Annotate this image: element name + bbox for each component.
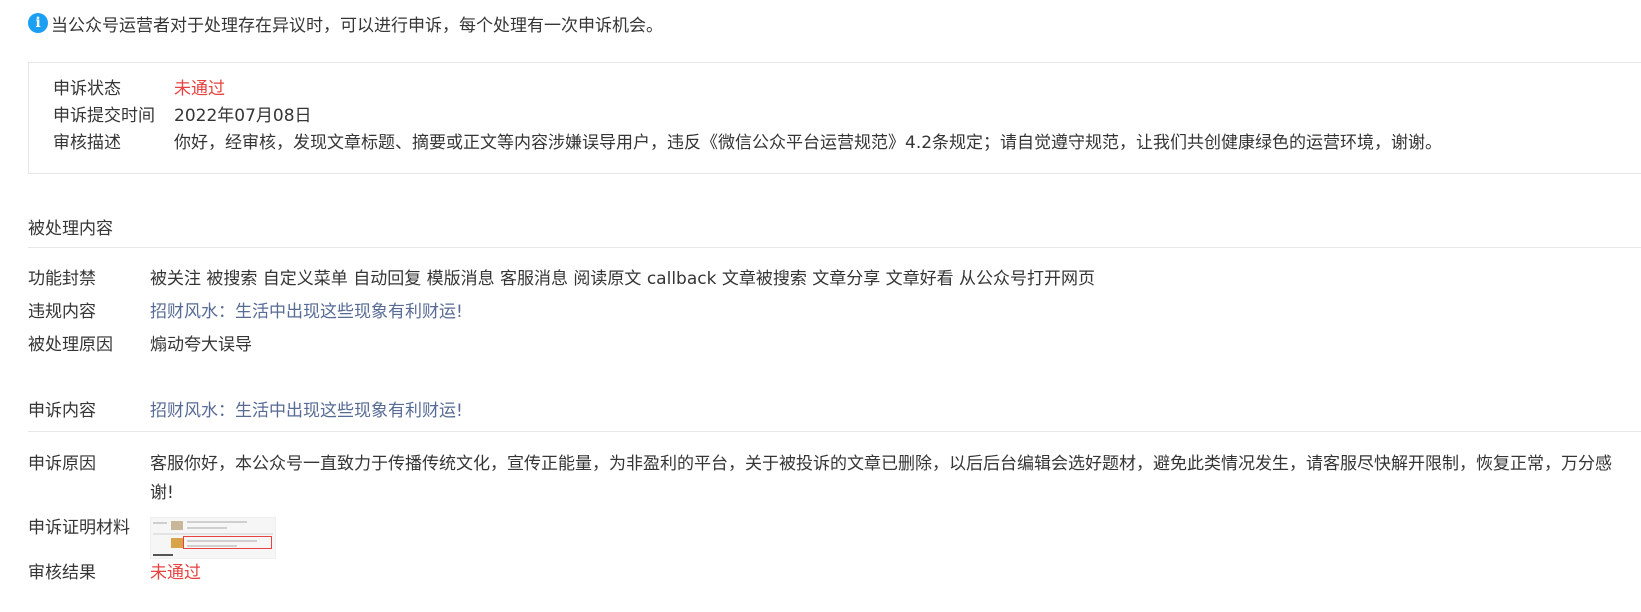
review-result-badge: 未通过 (150, 563, 201, 583)
handle-reason-value: 煽动夸大误导 (150, 335, 252, 355)
thumb-line (187, 545, 237, 547)
thumb-image (171, 538, 183, 548)
handle-reason-row: 被处理原因 煽动夸大误导 (28, 331, 252, 359)
appeal-reason-value: 客服你好，本公众号一直致力于传播传统文化，宣传正能量，为非盈利的平台，关于被投诉… (150, 454, 1612, 503)
appeal-notice: i 当公众号运营者对于处理存在异议时，可以进行申诉，每个处理有一次申诉机会。 (28, 11, 663, 36)
status-row: 申诉状态 未通过 (53, 73, 225, 99)
review-result-label: 审核结果 (28, 563, 96, 583)
violation-label: 违规内容 (28, 302, 96, 322)
thumb-line (187, 540, 257, 542)
thumb-line (187, 521, 247, 523)
ban-label: 功能封禁 (28, 269, 96, 289)
thumb-image (171, 521, 183, 530)
status-label: 申诉状态 (53, 78, 121, 99)
review-desc-row: 审核描述 你好，经审核，发现文章标题、摘要或正文等内容涉嫌误导用户，违反《微信公… (53, 127, 1442, 153)
evidence-thumbnail[interactable] (150, 517, 276, 559)
submit-time-row: 申诉提交时间 2022年07月08日 (53, 100, 312, 126)
violation-content-link[interactable]: 招财风水：生活中出现这些现象有利财运! (150, 298, 463, 326)
thumb-line (153, 522, 167, 524)
appeal-content-row: 申诉内容 招财风水：生活中出现这些现象有利财运! (28, 397, 463, 425)
appeal-content-label: 申诉内容 (28, 401, 96, 421)
info-icon: i (28, 13, 48, 33)
submit-time-value: 2022年07月08日 (174, 105, 312, 126)
review-result-row: 审核结果 未通过 (28, 559, 201, 587)
appeal-content-link[interactable]: 招财风水：生活中出现这些现象有利财运! (150, 397, 463, 425)
handled-section-title: 被处理内容 (28, 219, 113, 239)
status-badge: 未通过 (174, 78, 225, 99)
review-desc-label: 审核描述 (53, 132, 121, 153)
ban-value: 被关注 被搜索 自定义菜单 自动回复 模版消息 客服消息 阅读原文 callba… (150, 269, 1096, 289)
handle-reason-label: 被处理原因 (28, 335, 113, 355)
section-divider (28, 247, 1641, 248)
thumb-line (187, 527, 227, 529)
violation-row: 违规内容 招财风水：生活中出现这些现象有利财运! (28, 298, 463, 326)
notice-text: 当公众号运营者对于处理存在异议时，可以进行申诉，每个处理有一次申诉机会。 (51, 15, 663, 36)
thumb-highlight (183, 536, 272, 549)
appeal-status-panel: 申诉状态 未通过 申诉提交时间 2022年07月08日 审核描述 你好，经审核，… (28, 62, 1641, 174)
appeal-reason-label: 申诉原因 (28, 454, 96, 474)
evidence-label: 申诉证明材料 (28, 518, 130, 538)
thumb-line (153, 554, 173, 556)
evidence-row: 申诉证明材料 (28, 514, 276, 559)
submit-time-label: 申诉提交时间 (53, 105, 155, 126)
review-desc-value: 你好，经审核，发现文章标题、摘要或正文等内容涉嫌误导用户，违反《微信公众平台运营… (174, 132, 1443, 153)
appeal-divider (28, 431, 1641, 432)
appeal-reason-row: 申诉原因 客服你好，本公众号一直致力于传播传统文化，宣传正能量，为非盈利的平台，… (28, 450, 1620, 508)
thumb-line (153, 533, 273, 535)
ban-row: 功能封禁 被关注 被搜索 自定义菜单 自动回复 模版消息 客服消息 阅读原文 c… (28, 265, 1095, 293)
